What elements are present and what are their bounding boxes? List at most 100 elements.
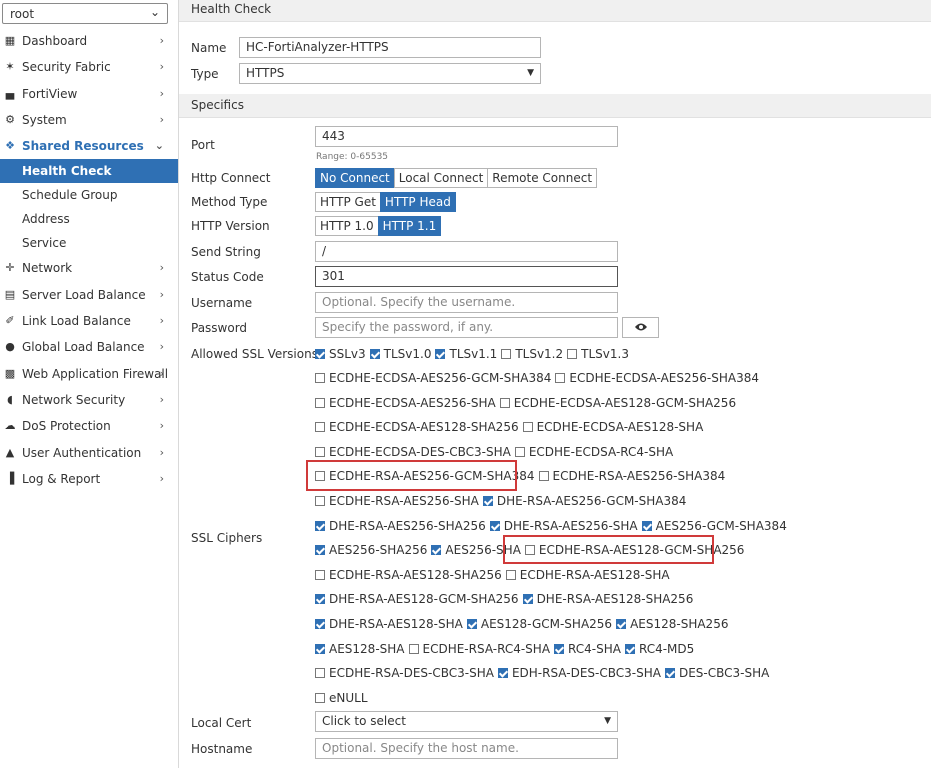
vdom-select[interactable]: root ⌄ — [2, 3, 168, 24]
checkbox-checked[interactable] — [624, 643, 635, 654]
checkbox-option[interactable]: ECDHE-ECDSA-AES256-SHA384 — [555, 371, 759, 385]
checkbox-option[interactable]: AES128-SHA256 — [616, 617, 728, 631]
checkbox-checked[interactable] — [315, 349, 325, 359]
sidebar-item-dos-protection[interactable]: ☁ DoS Protection › — [0, 413, 178, 439]
checkbox-unchecked[interactable] — [499, 397, 510, 408]
checkbox-unchecked[interactable] — [408, 643, 419, 654]
checkbox-option[interactable]: ECDHE-ECDSA-AES128-GCM-SHA256 — [499, 396, 736, 410]
checkbox-option[interactable]: TLSv1.1 — [435, 347, 497, 361]
sidebar-item-fortiview[interactable]: ▄ FortiView › — [0, 81, 178, 107]
checkbox-option[interactable]: AES256-SHA256 — [315, 543, 427, 557]
checkbox-option[interactable]: ECDHE-ECDSA-AES256-GCM-SHA384 — [315, 371, 551, 385]
checkbox-option[interactable]: AES256-GCM-SHA384 — [641, 519, 787, 533]
checkbox-checked[interactable] — [315, 619, 325, 629]
checkbox-checked[interactable] — [466, 619, 477, 629]
sidebar-item-global-load-balance[interactable]: ● Global Load Balance › — [0, 334, 178, 360]
checkbox-unchecked[interactable] — [522, 422, 533, 433]
checkbox-checked[interactable] — [315, 594, 325, 605]
checkbox-option[interactable]: ECDHE-RSA-DES-CBC3-SHA — [315, 666, 494, 680]
http-10-option[interactable]: HTTP 1.0 — [315, 216, 379, 236]
sidebar-item-security-fabric[interactable]: ✶ Security Fabric › — [0, 54, 178, 80]
sidebar-item-user-authentication[interactable]: ▲ User Authentication › — [0, 440, 178, 466]
checkbox-option[interactable]: ECDHE-RSA-AES128-SHA — [505, 568, 670, 582]
sidebar-item-shared-resources[interactable]: ❖ Shared Resources ⌄ — [0, 133, 178, 159]
checkbox-option[interactable]: RC4-SHA — [554, 642, 621, 656]
checkbox-unchecked[interactable] — [514, 446, 525, 457]
checkbox-checked[interactable] — [431, 545, 442, 556]
local-cert-select[interactable]: Click to select ▼ — [315, 711, 618, 732]
checkbox-option[interactable]: ECDHE-RSA-AES256-SHA384 — [538, 469, 725, 483]
checkbox-option[interactable]: DHE-RSA-AES128-SHA256 — [522, 592, 693, 606]
sidebar-subitem-health-check[interactable]: Health Check — [0, 159, 178, 184]
sidebar-subitem-schedule-group[interactable]: Schedule Group — [0, 183, 178, 207]
local-connect-option[interactable]: Local Connect — [393, 168, 489, 188]
checkbox-checked[interactable] — [641, 520, 652, 531]
checkbox-unchecked[interactable] — [315, 446, 325, 457]
checkbox-option[interactable]: SSLv3 — [315, 347, 366, 361]
checkbox-checked[interactable] — [369, 349, 380, 359]
checkbox-unchecked[interactable] — [501, 349, 512, 359]
checkbox-option[interactable]: AES128-SHA — [315, 642, 405, 656]
sidebar-item-dashboard[interactable]: ▦ Dashboard › — [0, 28, 178, 54]
checkbox-option[interactable]: DHE-RSA-AES128-GCM-SHA256 — [315, 592, 519, 606]
checkbox-option[interactable]: TLSv1.3 — [567, 347, 629, 361]
checkbox-checked[interactable] — [616, 619, 627, 629]
checkbox-unchecked[interactable] — [538, 471, 549, 482]
sidebar-subitem-address[interactable]: Address — [0, 207, 178, 231]
checkbox-option[interactable]: ECDHE-ECDSA-AES128-SHA — [522, 420, 703, 434]
checkbox-option[interactable]: ECDHE-ECDSA-RC4-SHA — [514, 445, 673, 459]
sidebar-item-network[interactable]: ✛ Network › — [0, 255, 178, 281]
username-input[interactable]: Optional. Specify the username. — [315, 292, 618, 313]
sidebar-subitem-service[interactable]: Service — [0, 231, 178, 255]
checkbox-option[interactable]: DES-CBC3-SHA — [664, 666, 769, 680]
hostname-input[interactable]: Optional. Specify the host name. — [315, 738, 618, 759]
checkbox-option[interactable]: ECDHE-RSA-AES256-SHA — [315, 494, 479, 508]
sidebar-item-log-report[interactable]: ▐ Log & Report › — [0, 466, 178, 492]
remote-connect-option[interactable]: Remote Connect — [487, 168, 598, 188]
status-code-input[interactable]: 301 — [315, 266, 618, 287]
sidebar-item-web-application-firewall[interactable]: ▩ Web Application Firewall › — [0, 361, 178, 387]
checkbox-checked[interactable] — [315, 545, 325, 556]
checkbox-unchecked[interactable] — [315, 496, 325, 506]
checkbox-option[interactable]: DHE-RSA-AES256-GCM-SHA384 — [482, 494, 686, 508]
checkbox-option[interactable]: ECDHE-RSA-AES128-SHA256 — [315, 568, 502, 582]
http-11-option[interactable]: HTTP 1.1 — [377, 216, 442, 236]
port-input[interactable]: 443 — [315, 126, 618, 147]
sidebar-item-network-security[interactable]: ◖ Network Security › — [0, 387, 178, 413]
type-select[interactable]: HTTPS ▼ — [239, 63, 541, 84]
checkbox-checked[interactable] — [435, 349, 446, 359]
checkbox-checked[interactable] — [522, 594, 533, 605]
checkbox-checked[interactable] — [497, 668, 508, 679]
send-string-input[interactable]: / — [315, 241, 618, 262]
checkbox-checked[interactable] — [482, 496, 493, 506]
checkbox-option[interactable]: TLSv1.0 — [369, 347, 431, 361]
checkbox-unchecked[interactable] — [315, 422, 325, 433]
checkbox-option[interactable]: ECDHE-ECDSA-AES128-SHA256 — [315, 420, 519, 434]
checkbox-option[interactable]: DHE-RSA-AES256-SHA256 — [315, 519, 486, 533]
checkbox-option[interactable]: ECDHE-ECDSA-AES256-SHA — [315, 396, 496, 410]
no-connect-option[interactable]: No Connect — [315, 168, 395, 188]
checkbox-option[interactable]: DHE-RSA-AES128-SHA — [315, 617, 463, 631]
checkbox-unchecked[interactable] — [315, 373, 325, 383]
checkbox-unchecked[interactable] — [315, 692, 325, 703]
checkbox-checked[interactable] — [315, 643, 325, 654]
checkbox-checked[interactable] — [489, 520, 500, 531]
checkbox-unchecked[interactable] — [315, 569, 325, 580]
checkbox-option[interactable]: RC4-MD5 — [624, 642, 694, 656]
checkbox-unchecked[interactable] — [315, 668, 325, 679]
checkbox-checked[interactable] — [554, 643, 565, 654]
checkbox-unchecked[interactable] — [555, 373, 566, 383]
checkbox-option[interactable]: AES128-GCM-SHA256 — [466, 617, 612, 631]
checkbox-unchecked[interactable] — [315, 397, 325, 408]
checkbox-option[interactable]: eNULL — [315, 691, 368, 705]
checkbox-option[interactable]: DHE-RSA-AES256-SHA — [489, 519, 638, 533]
name-input[interactable]: HC-FortiAnalyzer-HTTPS — [239, 37, 541, 58]
checkbox-checked[interactable] — [664, 668, 675, 679]
http-head-option[interactable]: HTTP Head — [379, 192, 456, 212]
sidebar-item-link-load-balance[interactable]: ✐ Link Load Balance › — [0, 308, 178, 334]
sidebar-item-server-load-balance[interactable]: ▤ Server Load Balance › — [0, 282, 178, 308]
checkbox-checked[interactable] — [315, 520, 325, 531]
checkbox-unchecked[interactable] — [567, 349, 578, 359]
checkbox-option[interactable]: ECDHE-ECDSA-DES-CBC3-SHA — [315, 445, 511, 459]
checkbox-option[interactable]: ECDHE-RSA-RC4-SHA — [408, 642, 550, 656]
